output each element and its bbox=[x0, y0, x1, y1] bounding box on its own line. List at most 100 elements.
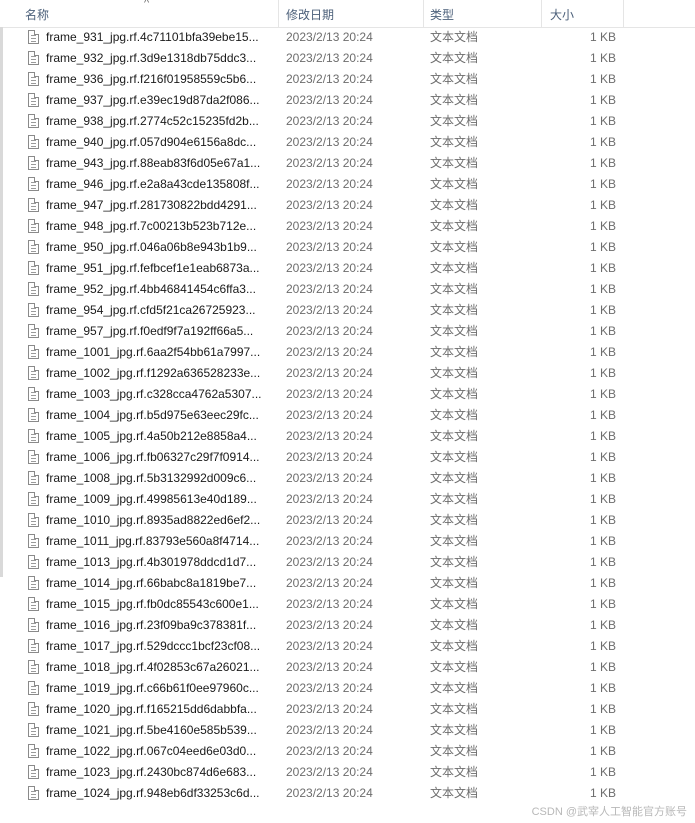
column-header-date[interactable]: 修改日期 bbox=[286, 0, 334, 27]
file-type: 文本文档 bbox=[430, 450, 479, 464]
file-type: 文本文档 bbox=[430, 135, 479, 149]
file-name: frame_1005_jpg.rf.4a50b212e8858a4... bbox=[46, 429, 257, 443]
file-name: frame_932_jpg.rf.3d9e1318db75ddc3... bbox=[46, 51, 257, 65]
file-type: 文本文档 bbox=[430, 198, 479, 212]
file-name: frame_1004_jpg.rf.b5d975e63eec29fc... bbox=[46, 408, 259, 422]
file-size: 1 KB bbox=[589, 450, 616, 464]
file-modified-date: 2023/2/13 20:24 bbox=[286, 681, 373, 695]
file-size: 1 KB bbox=[589, 135, 616, 149]
column-divider[interactable] bbox=[423, 0, 424, 27]
file-type: 文本文档 bbox=[430, 723, 479, 737]
file-row[interactable]: frame_1024_jpg.rf.948eb6df33253c6d... 202… bbox=[0, 783, 695, 804]
file-type: 文本文档 bbox=[430, 555, 479, 569]
file-size: 1 KB bbox=[589, 618, 616, 632]
text-file-icon bbox=[28, 114, 39, 128]
file-row[interactable]: frame_932_jpg.rf.3d9e1318db75ddc3... 2023… bbox=[0, 48, 695, 69]
file-modified-date: 2023/2/13 20:24 bbox=[286, 639, 373, 653]
file-row[interactable]: frame_954_jpg.rf.cfd5f21ca26725923... 202… bbox=[0, 300, 695, 321]
file-size: 1 KB bbox=[589, 429, 616, 443]
file-size: 1 KB bbox=[589, 345, 616, 359]
file-row[interactable]: frame_951_jpg.rf.fefbcef1e1eab6873a... 20… bbox=[0, 258, 695, 279]
file-modified-date: 2023/2/13 20:24 bbox=[286, 576, 373, 590]
file-modified-date: 2023/2/13 20:24 bbox=[286, 366, 373, 380]
file-row[interactable]: frame_931_jpg.rf.4c71101bfa39ebe15... 202… bbox=[0, 27, 695, 48]
file-row[interactable]: frame_950_jpg.rf.046a06b8e943b1b9... 2023… bbox=[0, 237, 695, 258]
file-size: 1 KB bbox=[589, 681, 616, 695]
file-row[interactable]: frame_938_jpg.rf.2774c52c15235fd2b... 202… bbox=[0, 111, 695, 132]
file-modified-date: 2023/2/13 20:24 bbox=[286, 618, 373, 632]
file-row[interactable]: frame_1006_jpg.rf.fb06327c29f7f0914... 20… bbox=[0, 447, 695, 468]
file-name: frame_1003_jpg.rf.c328cca4762a5307... bbox=[46, 387, 262, 401]
file-name: frame_946_jpg.rf.e2a8a43cde135808f... bbox=[46, 177, 260, 191]
file-type: 文本文档 bbox=[430, 702, 479, 716]
text-file-icon bbox=[28, 660, 39, 674]
file-type: 文本文档 bbox=[430, 597, 479, 611]
file-modified-date: 2023/2/13 20:24 bbox=[286, 723, 373, 737]
column-header-name[interactable]: 名称 bbox=[25, 0, 49, 27]
file-row[interactable]: frame_1019_jpg.rf.c66b61f0ee97960c... 202… bbox=[0, 678, 695, 699]
file-row[interactable]: frame_952_jpg.rf.4bb46841454c6ffa3... 202… bbox=[0, 279, 695, 300]
file-row[interactable]: frame_1004_jpg.rf.b5d975e63eec29fc... 202… bbox=[0, 405, 695, 426]
file-name: frame_1011_jpg.rf.83793e560a8f4714... bbox=[46, 534, 260, 548]
file-row[interactable]: frame_1015_jpg.rf.fb0dc85543c600e1... 202… bbox=[0, 594, 695, 615]
file-size: 1 KB bbox=[589, 72, 616, 86]
file-row[interactable]: frame_946_jpg.rf.e2a8a43cde135808f... 202… bbox=[0, 174, 695, 195]
file-name: frame_1019_jpg.rf.c66b61f0ee97960c... bbox=[46, 681, 259, 695]
column-header-type[interactable]: 类型 bbox=[430, 0, 454, 27]
file-row[interactable]: frame_947_jpg.rf.281730822bdd4291... 2023… bbox=[0, 195, 695, 216]
file-modified-date: 2023/2/13 20:24 bbox=[286, 786, 373, 800]
column-divider[interactable] bbox=[541, 0, 542, 27]
file-type: 文本文档 bbox=[430, 30, 479, 44]
column-header-size[interactable]: 大小 bbox=[550, 0, 574, 27]
file-list: frame_931_jpg.rf.4c71101bfa39ebe15... 202… bbox=[0, 27, 695, 804]
file-row[interactable]: frame_1005_jpg.rf.4a50b212e8858a4... 2023… bbox=[0, 426, 695, 447]
file-row[interactable]: frame_1022_jpg.rf.067c04eed6e03d0... 2023… bbox=[0, 741, 695, 762]
file-row[interactable]: frame_1013_jpg.rf.4b301978ddcd1d7... 2023… bbox=[0, 552, 695, 573]
file-row[interactable]: frame_1009_jpg.rf.49985613e40d189... 2023… bbox=[0, 489, 695, 510]
file-row[interactable]: frame_943_jpg.rf.88eab83f6d05e67a1... 202… bbox=[0, 153, 695, 174]
file-row[interactable]: frame_1011_jpg.rf.83793e560a8f4714... 202… bbox=[0, 531, 695, 552]
file-name: frame_1009_jpg.rf.49985613e40d189... bbox=[46, 492, 257, 506]
text-file-icon bbox=[28, 744, 39, 758]
file-modified-date: 2023/2/13 20:24 bbox=[286, 492, 373, 506]
text-file-icon bbox=[28, 555, 39, 569]
file-name: frame_1001_jpg.rf.6aa2f54bb61a7997... bbox=[46, 345, 261, 359]
file-row[interactable]: frame_1020_jpg.rf.f165215dd6dabbfa... 202… bbox=[0, 699, 695, 720]
file-row[interactable]: frame_1010_jpg.rf.8935ad8822ed6ef2... 202… bbox=[0, 510, 695, 531]
file-size: 1 KB bbox=[589, 387, 616, 401]
file-row[interactable]: frame_940_jpg.rf.057d904e6156a8dc... 2023… bbox=[0, 132, 695, 153]
column-divider[interactable] bbox=[623, 0, 624, 27]
file-row[interactable]: frame_1023_jpg.rf.2430bc874d6e683... 2023… bbox=[0, 762, 695, 783]
text-file-icon bbox=[28, 177, 39, 191]
text-file-icon bbox=[28, 450, 39, 464]
text-file-icon bbox=[28, 387, 39, 401]
file-row[interactable]: frame_936_jpg.rf.f216f01958559c5b6... 202… bbox=[0, 69, 695, 90]
file-name: frame_1010_jpg.rf.8935ad8822ed6ef2... bbox=[46, 513, 261, 527]
file-row[interactable]: frame_957_jpg.rf.f0edf9f7a192ff66a5... 20… bbox=[0, 321, 695, 342]
file-modified-date: 2023/2/13 20:24 bbox=[286, 135, 373, 149]
file-row[interactable]: frame_937_jpg.rf.e39ec19d87da2f086... 202… bbox=[0, 90, 695, 111]
file-row[interactable]: frame_1008_jpg.rf.5b3132992d009c6... 2023… bbox=[0, 468, 695, 489]
file-row[interactable]: frame_1016_jpg.rf.23f09ba9c378381f... 202… bbox=[0, 615, 695, 636]
column-divider[interactable] bbox=[278, 0, 279, 27]
file-name: frame_957_jpg.rf.f0edf9f7a192ff66a5... bbox=[46, 324, 254, 338]
file-name: frame_1024_jpg.rf.948eb6df33253c6d... bbox=[46, 786, 260, 800]
text-file-icon bbox=[28, 429, 39, 443]
file-size: 1 KB bbox=[589, 471, 616, 485]
text-file-icon bbox=[28, 198, 39, 212]
file-row[interactable]: frame_948_jpg.rf.7c00213b523b712e... 2023… bbox=[0, 216, 695, 237]
file-row[interactable]: frame_1002_jpg.rf.f1292a636528233e... 202… bbox=[0, 363, 695, 384]
file-name: frame_950_jpg.rf.046a06b8e943b1b9... bbox=[46, 240, 257, 254]
file-row[interactable]: frame_1001_jpg.rf.6aa2f54bb61a7997... 202… bbox=[0, 342, 695, 363]
file-row[interactable]: frame_1017_jpg.rf.529dccc1bcf23cf08... 20… bbox=[0, 636, 695, 657]
sort-ascending-icon: ^ bbox=[144, 0, 150, 9]
file-modified-date: 2023/2/13 20:24 bbox=[286, 177, 373, 191]
file-size: 1 KB bbox=[589, 765, 616, 779]
file-row[interactable]: frame_1018_jpg.rf.4f02853c67a26021... 202… bbox=[0, 657, 695, 678]
file-row[interactable]: frame_1021_jpg.rf.5be4160e585b539... 2023… bbox=[0, 720, 695, 741]
file-name: frame_1021_jpg.rf.5be4160e585b539... bbox=[46, 723, 257, 737]
file-modified-date: 2023/2/13 20:24 bbox=[286, 744, 373, 758]
file-row[interactable]: frame_1014_jpg.rf.66babc8a1819be7... 2023… bbox=[0, 573, 695, 594]
text-file-icon bbox=[28, 261, 39, 275]
file-row[interactable]: frame_1003_jpg.rf.c328cca4762a5307... 202… bbox=[0, 384, 695, 405]
